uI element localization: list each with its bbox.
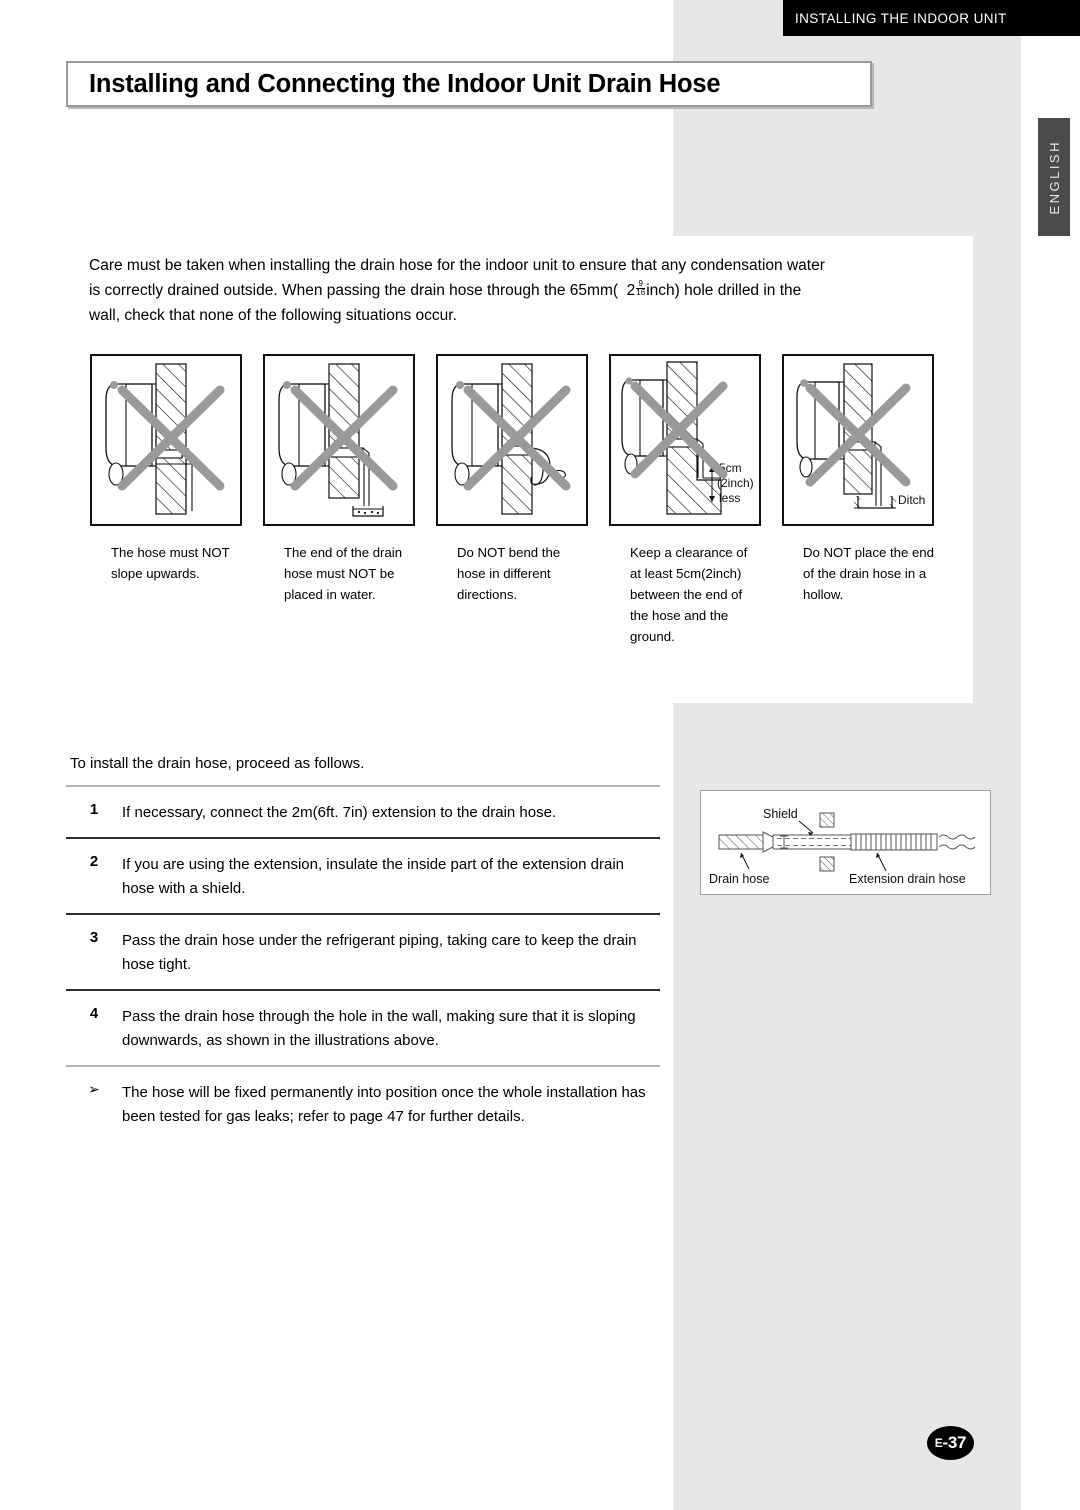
step-text: Pass the drain hose under the refrigeran… [122, 932, 637, 973]
step-text: If necessary, connect the 2m(6ft. 7in) e… [122, 804, 557, 821]
page-number-badge: E -37 [927, 1426, 974, 1460]
note-text: The hose will be fixed permanently into … [122, 1084, 646, 1125]
step-number: 2 [89, 853, 99, 870]
drain-hose-label: Drain hose [709, 872, 769, 886]
illustration-item: 5cm (2inch) less Keep a clearance of at … [609, 354, 761, 647]
illustration-no-hose-in-water [263, 354, 415, 526]
page-title: Installing and Connecting the Indoor Uni… [89, 69, 721, 98]
fraction-numerator: 9 [638, 279, 643, 289]
intro-paragraph: Care must be taken when installing the d… [89, 253, 829, 328]
procedure-note: ➢ The hose will be fixed permanently int… [66, 1065, 660, 1141]
clearance-label-less: less [719, 491, 740, 505]
step-text: Pass the drain hose through the hole in … [122, 1008, 636, 1049]
step-number: 4 [89, 1005, 99, 1022]
language-tab: ENGLISH [1038, 118, 1070, 236]
illustration-no-bending [436, 354, 588, 526]
page-title-box: Installing and Connecting the Indoor Uni… [66, 61, 872, 107]
intro-measure-whole: 2 [626, 282, 636, 299]
procedure-step: 3 Pass the drain hose under the refriger… [66, 913, 660, 989]
illustration-item: The end of the drain hose must NOT be pl… [263, 354, 415, 647]
illustration-item: Do NOT bend the hose in different direct… [436, 354, 588, 647]
shield-label: Shield [763, 807, 798, 821]
intro-measure-fraction: 9 16 [636, 279, 646, 298]
step-number: 3 [89, 929, 99, 946]
illustration-item: The hose must NOT slope upwards. [90, 354, 242, 647]
procedure-step: 4 Pass the drain hose through the hole i… [66, 989, 660, 1065]
illustration-caption: Do NOT bend the hose in different direct… [457, 545, 561, 602]
procedure-step: 2 If you are using the extension, insula… [66, 837, 660, 913]
illustration-item: Ditch Do NOT place the end of the drain … [782, 354, 934, 647]
extension-hose-diagram: Shield Drain hose Extension drain hose [700, 790, 991, 895]
procedure-step-list: 1 If necessary, connect the 2m(6ft. 7in)… [66, 785, 660, 1141]
page-background-gray-column [673, 0, 1021, 1510]
illustration-strip: The hose must NOT slope upwards. The end… [90, 354, 940, 647]
step-text: If you are using the extension, insulate… [122, 856, 624, 897]
ditch-label: Ditch [898, 493, 925, 507]
extension-drain-hose-label: Extension drain hose [849, 872, 966, 886]
illustration-caption: Do NOT place the end of the drain hose i… [803, 545, 934, 602]
running-header: INSTALLING THE INDOOR UNIT [783, 0, 1080, 36]
illustration-no-hollow: Ditch [782, 354, 934, 526]
page-background-white-upper [0, 0, 673, 236]
illustration-caption: The end of the drain hose must NOT be pl… [284, 545, 403, 602]
fraction-denominator: 16 [636, 288, 646, 298]
illustration-caption: The hose must NOT slope upwards. [111, 545, 230, 581]
note-marker-icon: ➢ [88, 1081, 100, 1097]
page-number-value: -37 [942, 1433, 967, 1452]
procedure-lead-in: To install the drain hose, proceed as fo… [70, 755, 365, 772]
running-header-label: INSTALLING THE INDOOR UNIT [795, 10, 1007, 26]
intro-line-3-prefix: the 65mm( [543, 282, 619, 299]
illustration-caption: Keep a clearance of at least 5cm(2inch) … [630, 545, 748, 644]
procedure-step: 1 If necessary, connect the 2m(6ft. 7in)… [66, 785, 660, 837]
page-number-prefix: E [934, 1436, 943, 1450]
step-number: 1 [89, 801, 99, 818]
illustration-no-upward-slope [90, 354, 242, 526]
language-tab-label: ENGLISH [1046, 139, 1062, 215]
intro-line-1: Care must be taken when installing the d… [89, 257, 687, 274]
illustration-ground-clearance: 5cm (2inch) less [609, 354, 761, 526]
